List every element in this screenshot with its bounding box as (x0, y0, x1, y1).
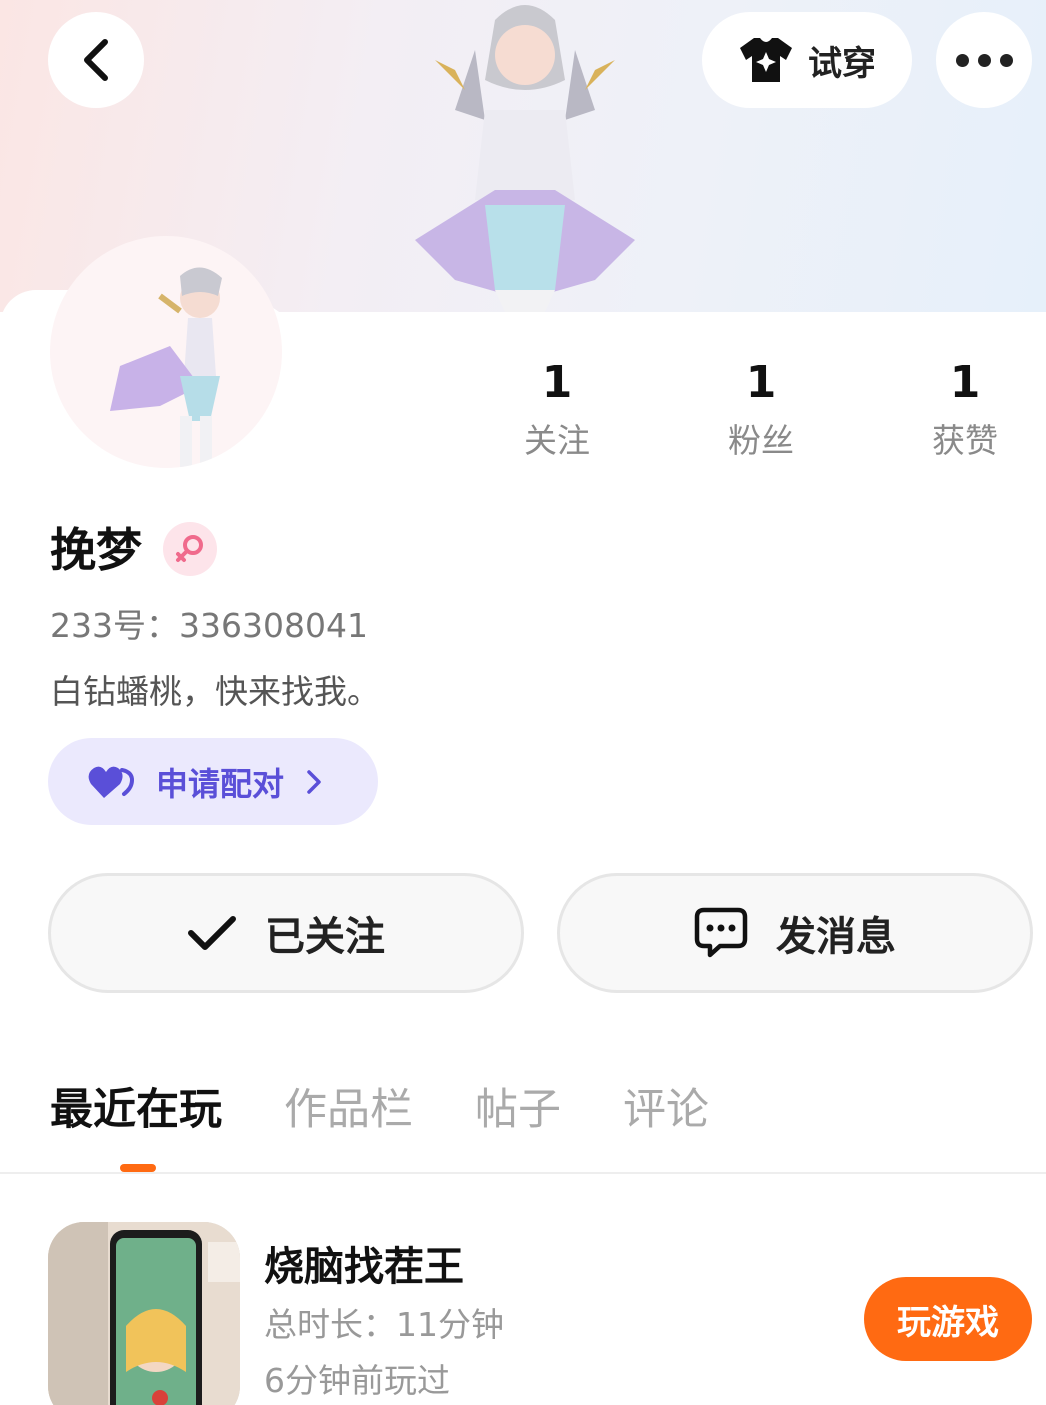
stat-likes-label: 获赞 (932, 421, 998, 460)
username: 挽梦 (50, 523, 142, 577)
stat-following[interactable]: 1 关注 (477, 355, 637, 471)
stat-following-count: 1 (541, 357, 573, 408)
profile-tabs: 最近在玩 作品栏 帖子 评论 (50, 1080, 709, 1140)
play-game-button[interactable]: 玩游戏 (864, 1277, 1032, 1361)
stat-following-label: 关注 (524, 421, 590, 460)
stat-followers[interactable]: 1 粉丝 (681, 355, 841, 471)
active-tab-indicator (120, 1164, 156, 1172)
avatar[interactable] (50, 236, 282, 468)
gender-badge (163, 522, 217, 576)
tab-recently-played[interactable]: 最近在玩 (50, 1080, 222, 1140)
tab-works[interactable]: 作品栏 (284, 1080, 413, 1140)
chevron-left-icon (84, 39, 108, 81)
user-bio: 白钻蟠桃，快来找我。 (50, 672, 380, 711)
send-message-button[interactable]: 发消息 (557, 873, 1033, 993)
try-on-label: 试穿 (808, 43, 876, 84)
checkmark-icon (188, 916, 236, 950)
stat-followers-label: 粉丝 (728, 421, 794, 460)
stat-followers-count: 1 (745, 357, 777, 408)
avatar-figure (110, 267, 222, 468)
tab-comments[interactable]: 评论 (623, 1080, 709, 1140)
avatar-3d-figure (415, 5, 635, 312)
back-button[interactable] (48, 12, 144, 108)
more-button[interactable] (936, 12, 1032, 108)
request-pairing-button[interactable]: 申请配对 (48, 738, 378, 825)
following-button[interactable]: 已关注 (48, 873, 524, 993)
try-on-button[interactable]: 试穿 (702, 12, 912, 108)
stat-likes[interactable]: 1 获赞 (885, 355, 1045, 471)
game-last-played: 6分钟前玩过 (264, 1361, 450, 1400)
request-pairing-label: 申请配对 (156, 764, 285, 803)
game-title: 烧脑找茬王 (264, 1244, 464, 1290)
female-icon (176, 535, 203, 562)
user-id: 233号：336308041 (50, 606, 368, 645)
game-total-duration: 总时长：11分钟 (264, 1305, 504, 1344)
more-dots-icon (955, 53, 1013, 67)
tabs-divider (0, 1172, 1046, 1174)
send-message-label: 发消息 (776, 914, 896, 960)
tab-posts[interactable]: 帖子 (475, 1080, 561, 1140)
game-cover-art (48, 1222, 240, 1405)
stat-likes-count: 1 (949, 357, 981, 408)
tshirt-icon (740, 38, 792, 82)
game-thumbnail[interactable] (48, 1222, 240, 1405)
chat-bubble-icon (694, 907, 748, 958)
following-label: 已关注 (265, 914, 385, 960)
hearts-icon (88, 766, 135, 798)
chevron-right-icon (307, 769, 321, 794)
